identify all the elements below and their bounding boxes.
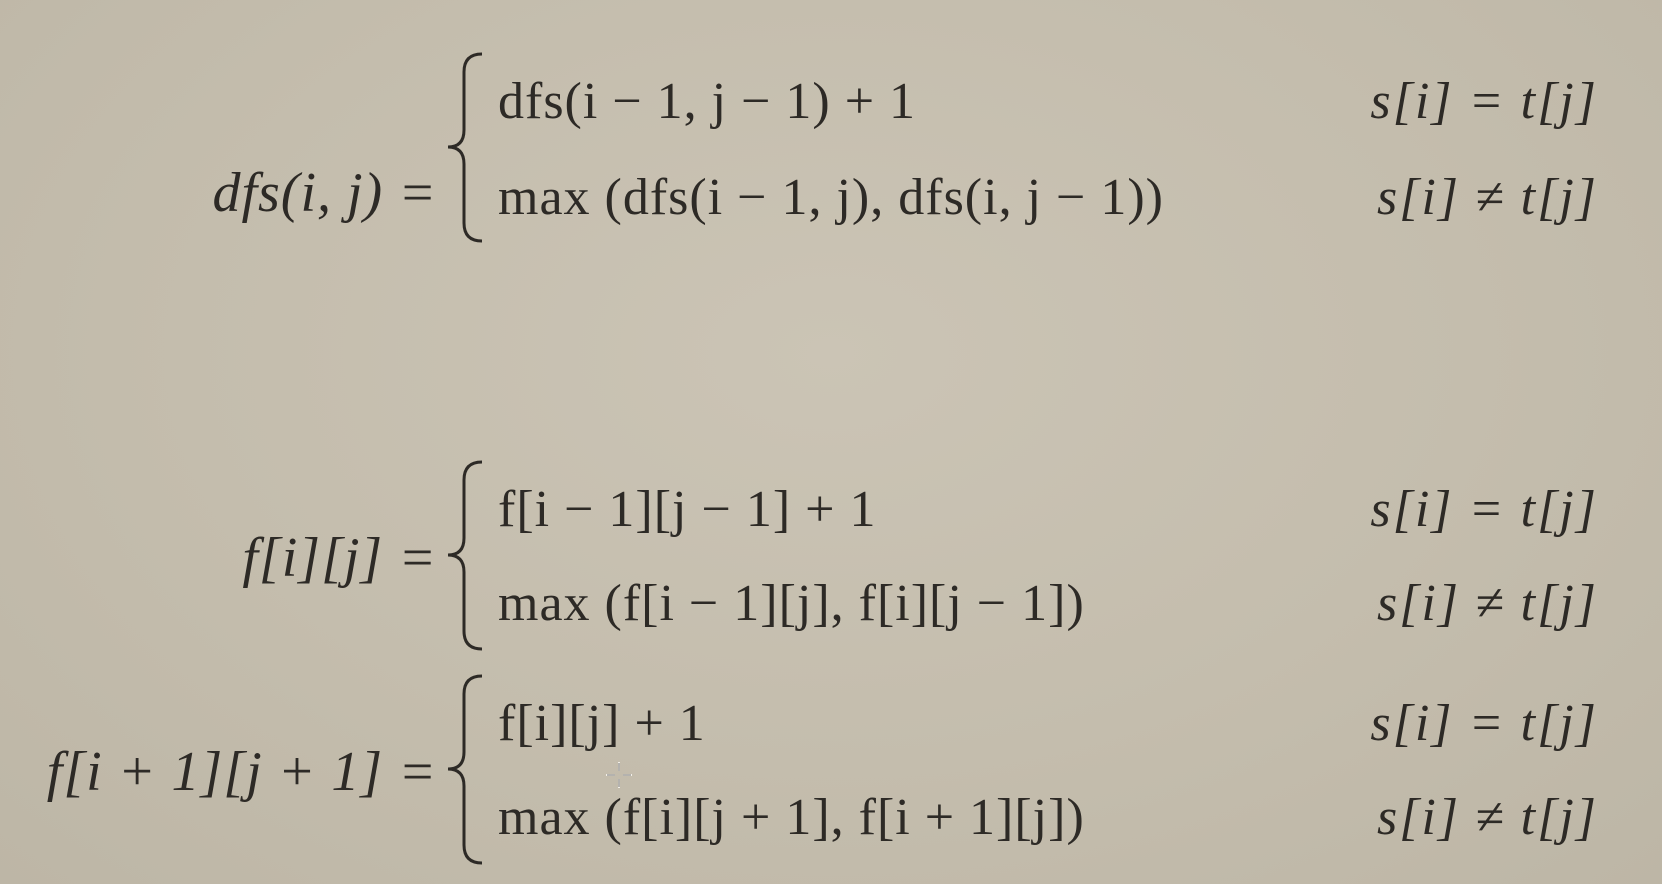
case-condition: s[i] ≠ t[j] (1376, 169, 1598, 226)
case-expression: f[i − 1][j − 1] + 1 (498, 481, 877, 538)
case-condition: s[i] ≠ t[j] (1376, 575, 1598, 632)
case-expression: max (f[i − 1][j], f[i][j − 1]) (498, 575, 1085, 632)
crosshair-cursor-icon (604, 760, 634, 790)
case-condition: s[i] ≠ t[j] (1376, 789, 1598, 846)
case-condition: s[i] = t[j] (1370, 695, 1598, 752)
left-brace (442, 458, 486, 653)
equation-lhs: f[i][j] = (242, 527, 437, 589)
case-condition: s[i] = t[j] (1370, 481, 1598, 538)
case-expression: max (f[i][j + 1], f[i + 1][j]) (498, 789, 1085, 846)
left-brace (442, 672, 486, 867)
case-expression: max (dfs(i − 1, j), dfs(i, j − 1)) (498, 169, 1164, 226)
case-expression: f[i][j] + 1 (498, 695, 706, 752)
case-expression: dfs(i − 1, j − 1) + 1 (498, 73, 917, 130)
equation-lhs: dfs(i, j) = (212, 162, 437, 224)
left-brace (442, 50, 486, 245)
equation-lhs: f[i + 1][j + 1] = (46, 741, 437, 803)
case-condition: s[i] = t[j] (1370, 73, 1598, 130)
